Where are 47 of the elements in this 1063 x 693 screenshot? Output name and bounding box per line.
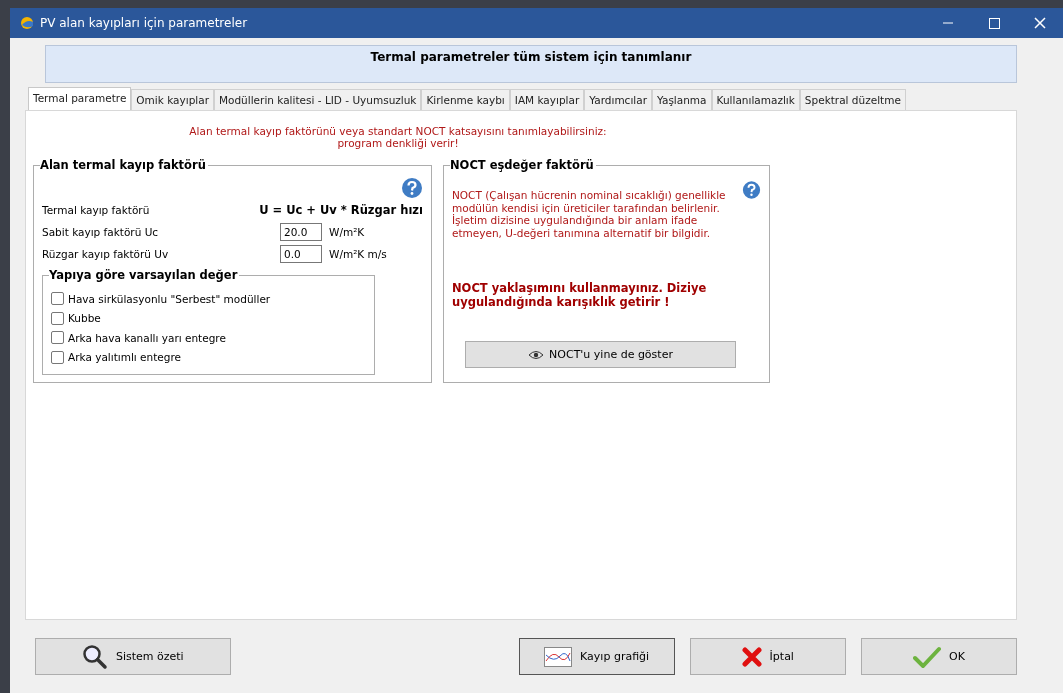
checkbox-option[interactable]: Arka yalıtımlı entegre [51, 347, 366, 367]
group-title: NOCT eşdeğer faktörü [450, 158, 596, 172]
sun-icon [20, 16, 34, 30]
window-title: PV alan kayıpları için parametreler [40, 16, 248, 30]
system-summary-button[interactable]: Sistem özeti [35, 638, 231, 675]
tab[interactable]: Yaşlanma [652, 89, 712, 110]
search-icon [81, 643, 108, 670]
warning-text: NOCT yaklaşımını kullanmayınız. Diziye uygulandığında karışıklık getirir ! [452, 281, 708, 309]
eye-icon [528, 349, 545, 360]
tab[interactable]: Kullanılamazlık [711, 89, 800, 110]
input-field[interactable]: 20.0 [280, 223, 322, 241]
unit-label: W/m²K m/s [329, 248, 387, 260]
intro-text: Alan termal kayıp faktörünü veya standart NOCT katsayısını tanımlayabilirsiniz: [188, 125, 608, 137]
field-label: Sabit kayıp faktörü Uc [42, 226, 160, 238]
help-icon[interactable] [742, 179, 761, 201]
tab[interactable]: Modüllerin kalitesi - LID - Uyumsuzluk [213, 89, 422, 110]
tab[interactable]: Omik kayıplar [131, 89, 214, 110]
ok-button[interactable]: OK [860, 638, 1017, 675]
field-label: Termal kayıp faktörü [42, 204, 150, 216]
checkbox[interactable] [51, 350, 64, 364]
checkbox[interactable] [51, 292, 64, 306]
group-title: Alan termal kayıp faktörü [40, 158, 208, 172]
help-icon[interactable] [401, 177, 423, 199]
tab[interactable]: Yardımcılar [584, 89, 652, 110]
cancel-button[interactable]: İptal [689, 638, 846, 675]
checkbox-option[interactable]: Kubbe [51, 308, 366, 328]
unit-label: W/m²K [329, 226, 365, 238]
tab[interactable]: IAM kayıplar [509, 89, 585, 110]
intro-text: program denkliği verir! [336, 137, 460, 149]
tab[interactable]: Kirlenme kaybı [421, 89, 510, 110]
cross-icon [741, 646, 762, 667]
loss-graph-button[interactable]: Kayıp grafiği [518, 638, 675, 675]
checkbox[interactable] [51, 331, 64, 345]
group-title: Yapıya göre varsayılan değer [49, 268, 240, 282]
chart-icon [544, 646, 573, 667]
show-noct-button[interactable]: NOCT'u yine de göster [465, 341, 736, 368]
description-text: NOCT (Çalışan hücrenin nominal sıcaklığı) genellikle modülün kendisi için üreticiler tarafından belirlenir. İşletim dizisine uygulandığında bir anlam ifade etmeyen, U-değeri tanımına alternatif bir bilgidir. [452, 189, 727, 239]
formula-text: U = Uc + Uv * Rüzgar hızı [259, 203, 423, 217]
header-banner: Termal parametreler tüm sistem için tanımlanır [45, 45, 1017, 83]
input-field[interactable]: 0.0 [280, 245, 322, 263]
checkbox[interactable] [51, 311, 64, 325]
checkbox-option[interactable]: Hava sirkülasyonlu "Serbest" modüller [51, 289, 366, 309]
tab[interactable]: Termal parametre [28, 87, 132, 110]
checkbox-option[interactable]: Arka hava kanallı yarı entegre [51, 328, 366, 348]
tab[interactable]: Spektral düzeltme [799, 89, 906, 110]
field-label: Rüzgar kayıp faktörü Uv [42, 248, 170, 260]
checkmark-icon [913, 645, 941, 668]
